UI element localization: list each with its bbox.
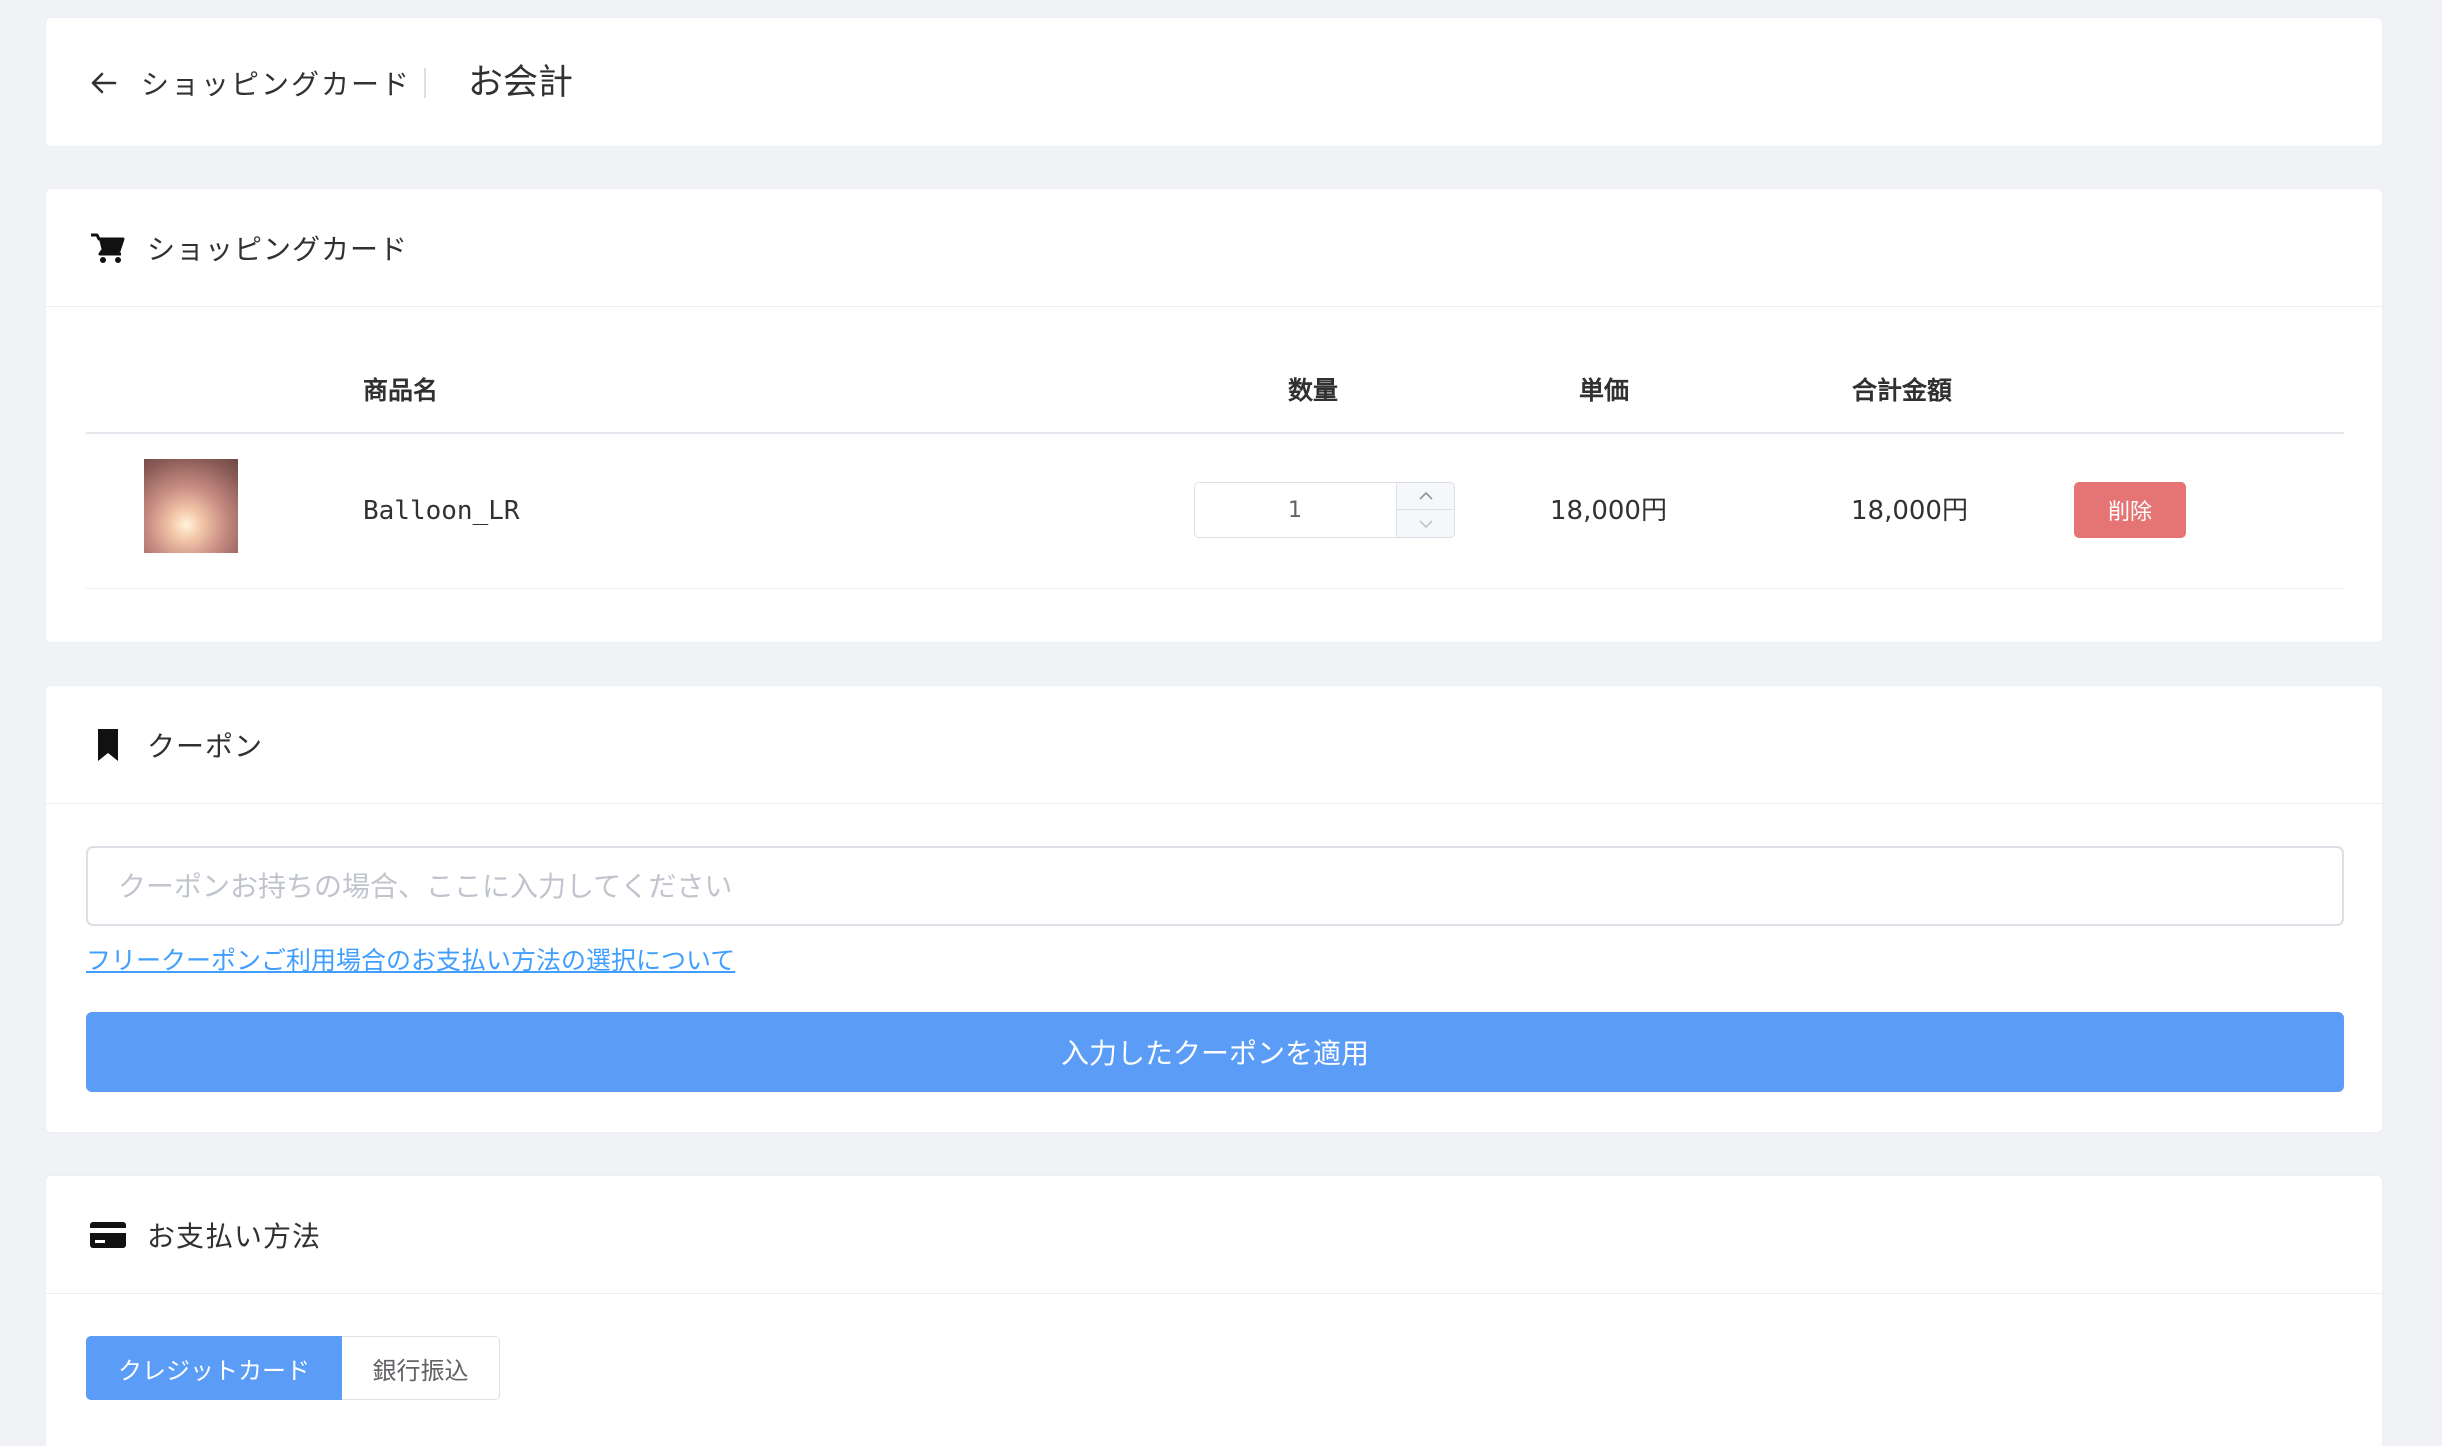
header-divider [424,68,426,98]
quantity-stepper [1194,482,1455,538]
bookmark-icon [89,726,127,764]
payment-section-header: お支払い方法 [46,1176,2382,1294]
checkout-page: ショッピングカード お会計 ショッピングカード 商品名 数量 単価 合計金額 B… [0,0,2442,1446]
back-label: ショッピングカード [141,68,412,101]
column-header-total: 合計金額 [1852,376,1953,405]
payment-method-tabs: クレジットカード 銀行振込 [86,1336,500,1400]
back-button[interactable]: ショッピングカード [87,18,411,148]
cart-section-title: ショッピングカード [147,232,409,266]
coupon-section: クーポン フリークーポンご利用場合のお支払い方法の選択について 入力したクーポン… [45,685,2383,1133]
product-name: Balloon_LR [363,496,520,526]
unit-price: 18,000円 [1550,496,1667,526]
coupon-section-header: クーポン [46,686,2382,804]
shopping-cart-icon [89,229,127,267]
chevron-up-icon [1419,491,1433,500]
cart-table: 商品名 数量 単価 合計金額 Balloon_LR 1 18,000円 18,0… [86,307,2344,589]
table-header-row: 商品名 数量 単価 合計金額 [86,307,2344,434]
chevron-down-icon [1419,519,1433,528]
credit-card-icon [89,1216,127,1254]
payment-tab-bank-transfer[interactable]: 銀行振込 [342,1336,500,1400]
line-total: 18,000円 [1851,496,1968,526]
quantity-decrease-button[interactable] [1397,510,1454,537]
page-header: ショッピングカード お会計 [45,17,2383,147]
quantity-increase-button[interactable] [1397,483,1454,510]
coupon-section-title: クーポン [147,729,264,763]
cart-section: ショッピングカード 商品名 数量 単価 合計金額 Balloon_LR 1 18… [45,188,2383,643]
quantity-step-buttons [1396,483,1454,537]
apply-coupon-button[interactable]: 入力したクーポンを適用 [86,1012,2344,1092]
page-title: お会計 [468,63,574,103]
column-header-quantity: 数量 [1288,376,1339,405]
payment-section-title: お支払い方法 [147,1219,322,1253]
payment-section: お支払い方法 クレジットカード 銀行振込 [45,1175,2383,1446]
payment-tab-credit-card[interactable]: クレジットカード [86,1336,342,1400]
column-header-name: 商品名 [363,376,439,405]
delete-button[interactable]: 削除 [2074,482,2186,538]
product-thumbnail [144,459,238,553]
column-header-unit-price: 単価 [1579,376,1630,405]
free-coupon-info-link[interactable]: フリークーポンご利用場合のお支払い方法の選択について [86,941,735,977]
coupon-input[interactable] [86,846,2344,926]
cart-section-header: ショッピングカード [46,189,2382,307]
table-row: Balloon_LR 1 18,000円 18,000円 削除 [86,434,2344,589]
quantity-input[interactable] [1195,483,1395,537]
arrow-left-icon [91,72,117,94]
